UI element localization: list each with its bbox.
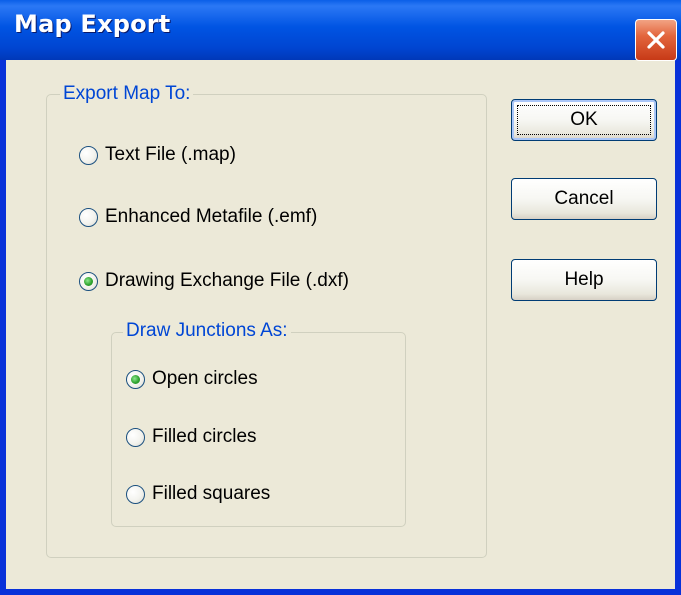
radio-open-circles-label: Open circles bbox=[152, 368, 258, 389]
help-button[interactable]: Help bbox=[511, 259, 657, 301]
ok-button[interactable]: OK bbox=[511, 99, 657, 141]
radio-enhanced-metafile-label: Enhanced Metafile (.emf) bbox=[105, 206, 318, 227]
title-bar[interactable]: Map Export bbox=[0, 0, 681, 61]
radio-button-icon[interactable] bbox=[126, 484, 145, 504]
export-map-to-label: Export Map To: bbox=[60, 83, 194, 105]
radio-drawing-exchange-file-label: Drawing Exchange File (.dxf) bbox=[105, 270, 349, 291]
radio-filled-squares-label: Filled squares bbox=[152, 483, 271, 504]
radio-filled-squares[interactable]: Filled squares bbox=[126, 481, 270, 507]
radio-text-file-label: Text File (.map) bbox=[105, 144, 236, 165]
close-icon bbox=[647, 31, 665, 49]
ok-button-label: OK bbox=[570, 109, 598, 130]
radio-button-icon[interactable] bbox=[79, 145, 98, 165]
draw-junctions-as-label: Draw Junctions As: bbox=[123, 320, 291, 342]
radio-filled-circles[interactable]: Filled circles bbox=[126, 424, 257, 450]
radio-open-circles[interactable]: Open circles bbox=[126, 366, 258, 392]
radio-button-icon[interactable] bbox=[79, 207, 98, 227]
map-export-dialog: Map Export Export Map To: Text File (.ma… bbox=[0, 0, 681, 595]
radio-button-icon[interactable] bbox=[126, 427, 145, 447]
radio-text-file[interactable]: Text File (.map) bbox=[79, 142, 236, 168]
radio-button-checked-icon[interactable] bbox=[79, 271, 98, 291]
close-button[interactable] bbox=[635, 19, 677, 61]
radio-button-checked-icon[interactable] bbox=[126, 369, 145, 389]
cancel-button[interactable]: Cancel bbox=[511, 178, 657, 220]
cancel-button-label: Cancel bbox=[554, 188, 614, 209]
dialog-title: Map Export bbox=[14, 10, 171, 38]
help-button-label: Help bbox=[564, 269, 604, 290]
radio-enhanced-metafile[interactable]: Enhanced Metafile (.emf) bbox=[79, 204, 317, 230]
radio-filled-circles-label: Filled circles bbox=[152, 426, 257, 447]
radio-drawing-exchange-file[interactable]: Drawing Exchange File (.dxf) bbox=[79, 268, 349, 294]
